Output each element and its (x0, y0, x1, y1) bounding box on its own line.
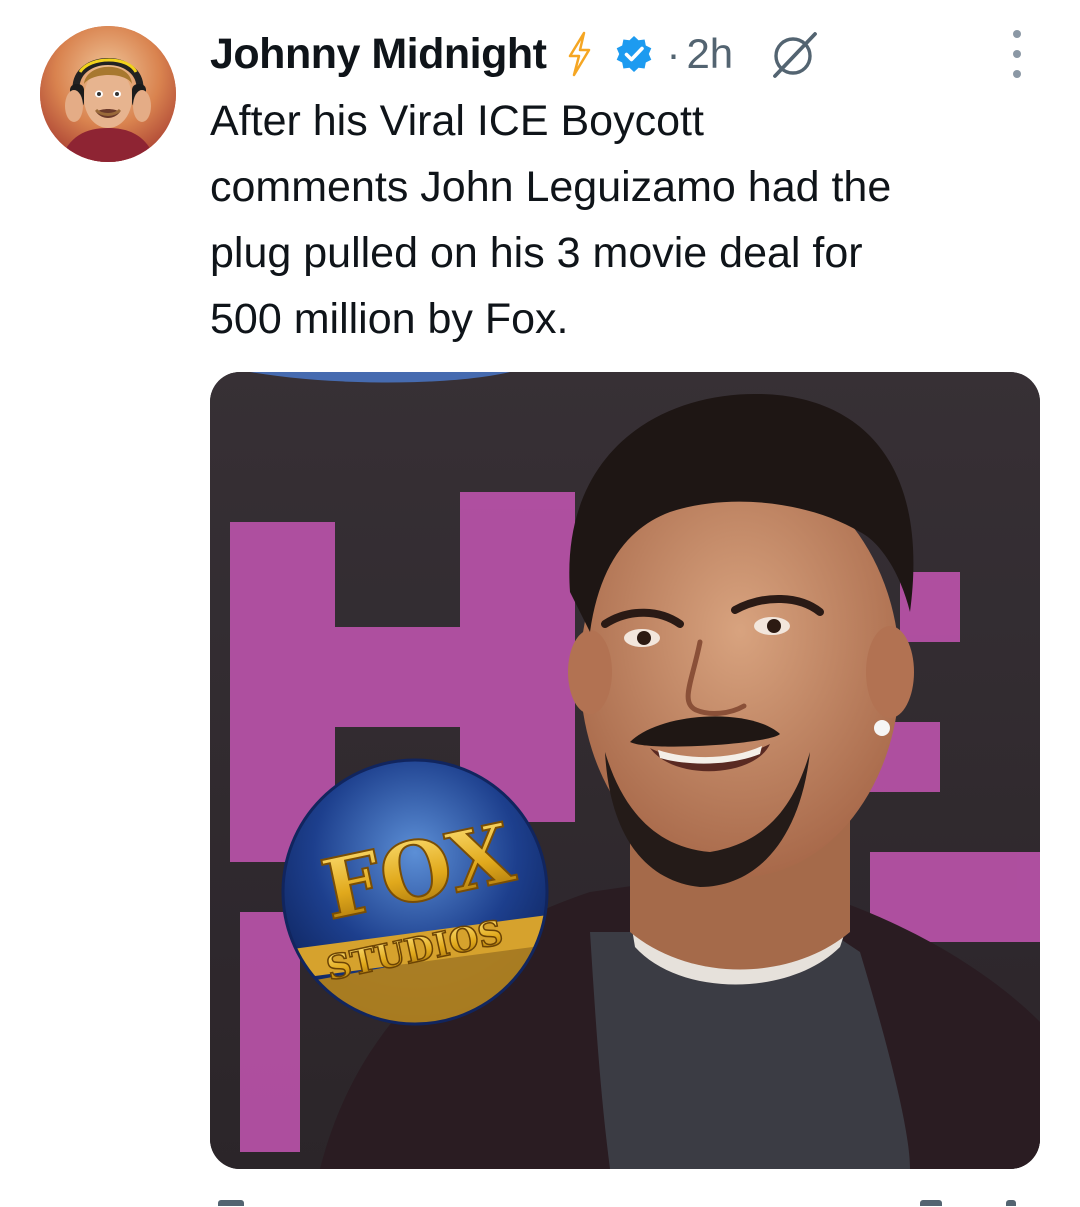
separator-dot: · (666, 30, 681, 77)
grok-icon[interactable] (769, 28, 821, 80)
post-media[interactable]: FOX STUDIOS (210, 372, 1040, 1169)
more-options-icon[interactable] (1006, 30, 1028, 78)
tweet[interactable]: Johnny Midnight · 2h After his Viral ICE… (0, 0, 1080, 1207)
lightning-bolt-icon (564, 30, 594, 78)
share-icon[interactable] (1006, 1200, 1016, 1206)
post-text: After his Viral ICE Boycott comments Joh… (210, 97, 892, 343)
verified-badge-icon[interactable] (614, 34, 654, 74)
more-dot (1013, 70, 1021, 78)
avatar-image (40, 26, 176, 162)
media-image: FOX STUDIOS (210, 372, 1040, 1169)
bookmark-icon[interactable] (920, 1200, 942, 1206)
post-header: Johnny Midnight · 2h (210, 28, 1040, 80)
avatar[interactable] (40, 26, 176, 162)
reply-icon[interactable] (218, 1200, 244, 1206)
action-bar-peek (210, 1196, 1040, 1207)
author-name[interactable]: Johnny Midnight (210, 30, 547, 79)
more-dot (1013, 30, 1021, 38)
more-dot (1013, 50, 1021, 58)
post-time[interactable]: 2h (686, 30, 733, 78)
